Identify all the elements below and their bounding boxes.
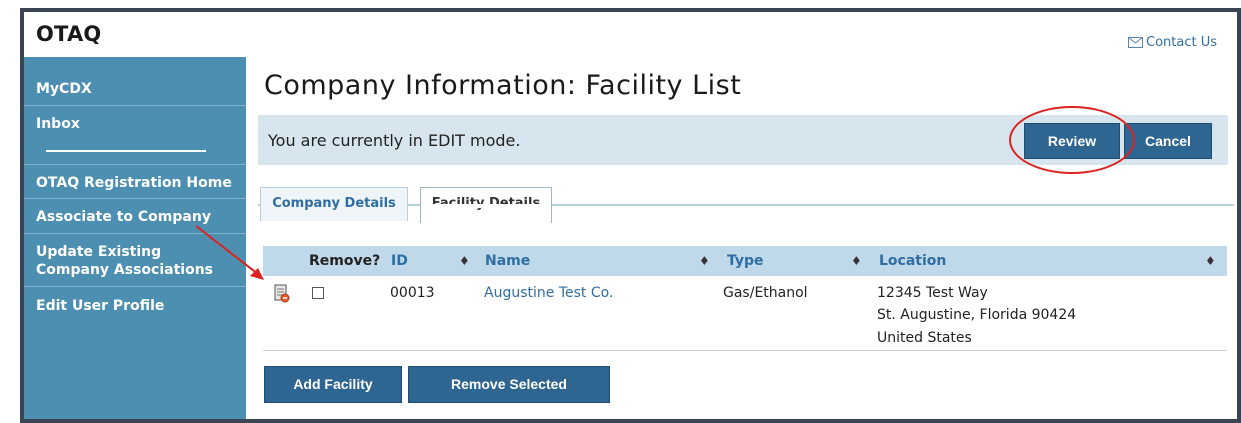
active-tab-cover <box>421 204 551 208</box>
add-facility-button[interactable]: Add Facility <box>264 366 402 403</box>
sidebar-divider <box>24 105 246 106</box>
cell-location-line3: United States <box>877 330 972 346</box>
sort-arrows-icon[interactable]: ♦ <box>459 246 470 276</box>
remove-checkbox[interactable] <box>312 287 324 299</box>
column-header-name[interactable]: Name <box>485 246 530 276</box>
table-header: Remove? ID ♦ Name ♦ Type ♦ Location ♦ <box>263 246 1227 276</box>
app-frame: OTAQ Registration MyCDX Inbox OTAQ Regis… <box>0 0 1241 423</box>
sidebar-section-rule <box>46 150 206 152</box>
annotation-arrow <box>195 225 264 280</box>
sidebar-divider <box>24 198 246 199</box>
cancel-button[interactable]: Cancel <box>1124 123 1212 159</box>
cell-location-line1: 12345 Test Way <box>877 285 988 301</box>
sidebar-divider <box>24 286 246 287</box>
remove-selected-button[interactable]: Remove Selected <box>408 366 610 403</box>
sort-arrows-icon[interactable]: ♦ <box>1205 246 1216 276</box>
cell-location-line2: St. Augustine, Florida 90424 <box>877 307 1077 323</box>
page-title: Company Information: Facility List <box>264 70 742 101</box>
app-title: OTAQ Registration <box>24 12 246 91</box>
column-header-location[interactable]: Location <box>879 246 946 276</box>
column-header-id[interactable]: ID <box>391 246 408 276</box>
cell-id: 00013 <box>390 285 435 301</box>
sidebar-item-edit-profile[interactable]: Edit User Profile <box>24 297 246 315</box>
edit-document-icon[interactable] <box>273 284 291 304</box>
cell-type: Gas/Ethanol <box>723 285 808 301</box>
sort-arrows-icon[interactable]: ♦ <box>699 246 710 276</box>
cell-name-link[interactable]: Augustine Test Co. <box>484 285 613 301</box>
sidebar-divider <box>24 164 246 165</box>
column-header-remove: Remove? <box>309 253 381 269</box>
contact-us-link[interactable]: Contact Us <box>1128 35 1217 50</box>
edit-mode-message: You are currently in EDIT mode. <box>268 131 521 150</box>
contact-us-label[interactable]: Contact Us <box>1146 35 1217 50</box>
annotation-circle <box>1009 106 1135 174</box>
tab-company-details[interactable]: Company Details <box>260 187 408 221</box>
sidebar-item-otaq-home[interactable]: OTAQ Registration Home <box>24 174 246 192</box>
mail-icon <box>1128 37 1143 48</box>
sort-arrows-icon[interactable]: ♦ <box>851 246 862 276</box>
sidebar-item-mycdx[interactable]: MyCDX <box>24 80 246 98</box>
row-divider <box>263 350 1227 351</box>
frame-border-bottom <box>20 419 1241 423</box>
sidebar-item-inbox[interactable]: Inbox <box>24 115 246 133</box>
column-header-type[interactable]: Type <box>727 246 764 276</box>
frame-border-right <box>1237 8 1241 423</box>
